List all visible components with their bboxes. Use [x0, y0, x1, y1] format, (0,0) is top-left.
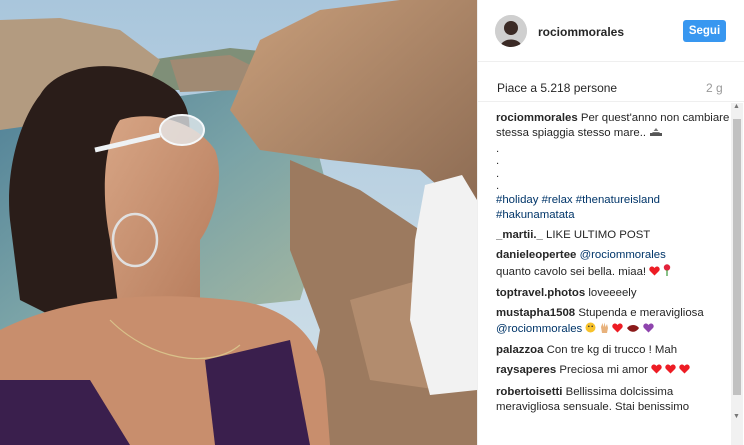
post-photo[interactable]	[0, 0, 477, 445]
heart-emoji-icon	[651, 364, 662, 379]
rose-emoji-icon	[663, 264, 671, 281]
post-side-panel: rociommorales Segui Piace a 5.218 person…	[477, 0, 744, 445]
comment: danieleopertee @rociommorales quanto cav…	[496, 248, 731, 281]
comment-text: loveeeely	[588, 287, 637, 300]
comment-username[interactable]: danieleopertee	[496, 249, 576, 261]
heart-emoji-icon	[612, 323, 623, 338]
comment-text: Preciosa mi amor	[559, 364, 648, 377]
comment-username[interactable]: mustapha1508	[496, 307, 575, 319]
heart-emoji-icon	[665, 364, 676, 379]
heart-emoji-icon	[649, 266, 660, 281]
comment-username[interactable]: _martii._	[496, 229, 543, 241]
comment-text: quanto cavolo sei bella. miaa!	[496, 265, 647, 278]
caption-username[interactable]: rociommorales	[496, 112, 578, 124]
heart-emoji-icon	[679, 364, 691, 379]
comment-text: Stupenda e meravigliosa	[578, 307, 704, 320]
avatar-image	[495, 15, 527, 47]
caption: rociommorales Per quest'anno non cambiar…	[496, 111, 731, 223]
comment: palazzoa Con tre kg di trucco ! Mah	[496, 343, 731, 358]
comment: mustapha1508 Stupenda e meravigliosa @ro…	[496, 306, 731, 338]
likes-count[interactable]: Piace a 5.218 persone	[497, 81, 617, 95]
caption-dot: .	[496, 155, 500, 168]
follow-button[interactable]: Segui	[683, 20, 726, 42]
smile-emoji-icon	[585, 322, 596, 338]
likes-row: Piace a 5.218 persone 2 g	[478, 62, 744, 102]
comment-username[interactable]: toptravel.photos	[496, 287, 585, 299]
comment-username[interactable]: palazzoa	[496, 344, 543, 356]
caption-dot: .	[496, 167, 500, 180]
comment-username[interactable]: raysaperes	[496, 364, 556, 376]
comments-scrollbar[interactable]: ▲ ▼	[731, 103, 743, 445]
caption-hashtags[interactable]: #hakunamatata	[496, 209, 575, 221]
avatar[interactable]	[495, 15, 527, 47]
scrollbar-thumb[interactable]	[733, 119, 741, 395]
comment-mention[interactable]: @rociommorales	[580, 249, 666, 261]
header-username[interactable]: rociommorales	[538, 25, 624, 39]
caption-dot: .	[496, 142, 500, 155]
comment: raysaperes Preciosa mi amor	[496, 363, 731, 379]
caption-dot: .	[496, 180, 500, 193]
caption-line-1: Per quest'anno non cambiare	[580, 112, 730, 124]
hand-emoji-icon	[600, 322, 609, 338]
caption-line-2: stessa spiaggia stesso mare..	[496, 127, 647, 140]
post-image	[0, 0, 477, 445]
post-header: rociommorales Segui	[478, 0, 744, 62]
purple-heart-emoji-icon	[643, 323, 654, 338]
comment: toptravel.photos loveeeely	[496, 286, 731, 301]
scroll-up-arrow-icon[interactable]: ▲	[733, 103, 740, 110]
comment-text: LIKE ULTIMO POST	[546, 229, 651, 242]
post-time[interactable]: 2 g	[706, 81, 723, 95]
scroll-down-arrow-icon[interactable]: ▼	[733, 413, 740, 420]
comments-list: rociommorales Per quest'anno non cambiar…	[496, 111, 731, 445]
caption-hashtags[interactable]: #holiday #relax #thenatureisland	[496, 194, 660, 206]
comment: _martii._ LIKE ULTIMO POST	[496, 228, 731, 243]
comment-text: Con tre kg di trucco ! Mah	[546, 343, 678, 356]
comment-mention[interactable]: @rociommorales	[496, 323, 582, 335]
lips-emoji-icon	[626, 323, 640, 338]
beach-boat-icon	[649, 127, 663, 142]
comment-username[interactable]: robertoisetti	[496, 386, 562, 398]
comment: robertoisetti Bellissima dolcissima mera…	[496, 385, 731, 416]
